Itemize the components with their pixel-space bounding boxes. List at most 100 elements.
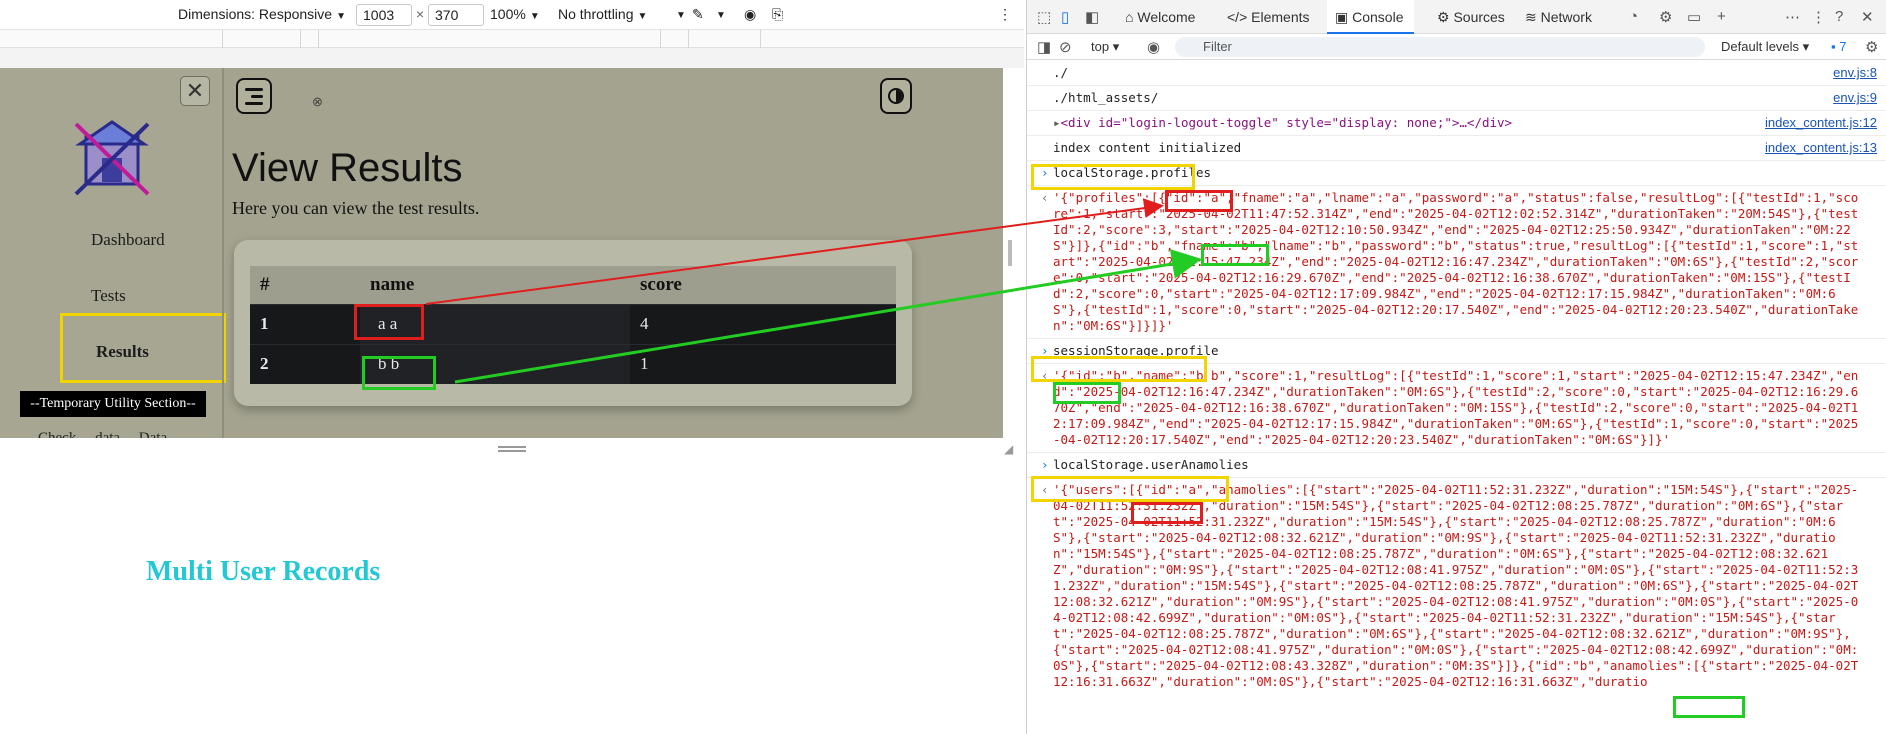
- clear-console-icon[interactable]: ⊘: [1059, 38, 1072, 56]
- console-input-line: › localStorage.userAnamolies: [1027, 453, 1886, 478]
- log-text[interactable]: <div id="login-logout-toggle" style="dis…: [1061, 115, 1513, 130]
- table-header-row: # name score: [250, 266, 896, 304]
- app-logo-icon: [74, 120, 150, 196]
- tab-sources[interactable]: ⚙ Sources: [1437, 9, 1505, 26]
- log-text: index content initialized: [1053, 140, 1242, 155]
- issues-badge[interactable]: ▪ 7: [1831, 39, 1846, 54]
- ruler-tick: [222, 30, 223, 48]
- theme-toggle-button[interactable]: [880, 78, 912, 114]
- console-filter-input[interactable]: Filter: [1175, 37, 1705, 57]
- throttling-dropdown[interactable]: No throttling ▼: [558, 6, 647, 22]
- sidebar-item-dashboard[interactable]: Dashboard: [91, 230, 165, 250]
- prompt-chevron-icon: ›: [1041, 457, 1049, 472]
- cell-score: 4: [630, 303, 896, 344]
- ruler-tick: [318, 30, 319, 48]
- results-table: # name score 1 a a 4 2 b b 1: [250, 266, 896, 384]
- times-sign: ×: [416, 6, 425, 22]
- menu-line: [251, 95, 263, 98]
- tab-console[interactable]: ▣ Console: [1327, 0, 1414, 34]
- zoom-label: 100%: [490, 6, 526, 22]
- tab-sources-label: Sources: [1453, 9, 1505, 25]
- help-icon[interactable]: ?: [1835, 8, 1843, 25]
- eye-icon[interactable]: ◉: [1147, 38, 1160, 56]
- dimensions-dropdown[interactable]: Dimensions: Responsive ▼: [178, 6, 346, 22]
- highlight-box-id-b-profiles: [1201, 244, 1269, 266]
- throttling-label: No throttling: [558, 6, 634, 22]
- save-data-dropdown-icon[interactable]: ▼: [676, 10, 686, 21]
- performance-icon[interactable]: ◔: [1629, 8, 1638, 25]
- tab-welcome-label: Welcome: [1137, 9, 1196, 25]
- ruler-tick: [688, 30, 689, 48]
- settings-gear-icon[interactable]: ⚙: [1659, 8, 1672, 26]
- levels-dropdown[interactable]: Default levels ▾: [1721, 39, 1809, 55]
- chevron-down-icon: ▼: [336, 11, 346, 22]
- contrast-icon: [888, 88, 904, 104]
- console-result-line: ‹ '{"profiles":[{"id":"a","fname":"a","ln…: [1027, 186, 1886, 339]
- sensor-dropdown-icon[interactable]: ▼: [716, 10, 726, 21]
- tab-network[interactable]: ≋ Network: [1525, 9, 1592, 26]
- devtools-panel: ⬚ ▯ ◧ ⌂ Welcome </> Elements ▣ Console ⚙…: [1026, 0, 1886, 734]
- log-source-link[interactable]: index_content.js:12: [1765, 115, 1877, 131]
- highlight-box-user-a: [354, 304, 424, 340]
- highlight-box-id-b-anomalies: [1673, 696, 1745, 718]
- menu-toggle-button[interactable]: [236, 78, 272, 114]
- zoom-dropdown[interactable]: 100% ▼: [490, 6, 540, 22]
- customize-icon[interactable]: ⋮: [1811, 8, 1826, 26]
- add-tab-icon[interactable]: +: [1717, 8, 1726, 25]
- visibility-icon[interactable]: ◉: [744, 6, 756, 23]
- log-source-link[interactable]: env.js:9: [1833, 90, 1877, 106]
- filter-placeholder: Filter: [1203, 39, 1232, 54]
- console-log-line: ./html_assets/env.js:9: [1027, 86, 1886, 111]
- inspect-icon[interactable]: ⬚: [1037, 8, 1051, 26]
- sensor-icon[interactable]: ✎: [692, 6, 704, 23]
- device-toggle-icon[interactable]: ▯: [1061, 8, 1069, 26]
- console-settings-icon[interactable]: ⚙: [1865, 38, 1878, 56]
- ruler-tick: [660, 30, 661, 48]
- bottom-resize-handle[interactable]: [498, 446, 526, 452]
- command-text: localStorage.userAnamolies: [1053, 457, 1249, 472]
- more-options-icon[interactable]: ⋮: [998, 6, 1012, 23]
- log-source-link[interactable]: env.js:8: [1833, 65, 1877, 81]
- application-icon[interactable]: ▭: [1687, 8, 1701, 26]
- dimensions-label: Dimensions: Responsive: [178, 6, 333, 22]
- log-text: ./: [1053, 65, 1069, 80]
- highlight-box-id-b-session: [1053, 382, 1121, 404]
- rotate-icon[interactable]: ⎘: [772, 6, 783, 23]
- page-title: View Results: [232, 146, 463, 190]
- expand-triangle-icon[interactable]: ▸: [1053, 115, 1061, 130]
- sidebar-item-tests[interactable]: Tests: [91, 286, 126, 306]
- levels-label: Default levels: [1721, 39, 1800, 54]
- column-header-score: score: [630, 266, 896, 304]
- tab-console-label: Console: [1352, 9, 1404, 25]
- table-row[interactable]: 2 b b 1: [250, 343, 896, 384]
- highlight-box-session-command: [1031, 356, 1207, 382]
- media-query-ruler: [0, 30, 1024, 48]
- cell-score: 1: [630, 343, 896, 384]
- menu-line: [245, 102, 263, 105]
- cell-num: 1: [250, 303, 360, 344]
- close-devtools-icon[interactable]: ✕: [1861, 8, 1874, 26]
- tab-welcome[interactable]: ⌂ Welcome: [1125, 9, 1195, 25]
- close-sidebar-button[interactable]: ✕: [180, 76, 210, 106]
- tab-elements[interactable]: </> Elements: [1227, 9, 1310, 25]
- tab-network-label: Network: [1540, 9, 1592, 25]
- sidebar-icon[interactable]: ◨: [1037, 38, 1051, 56]
- cell-num: 2: [250, 343, 360, 384]
- media-query-ruler-secondary: [0, 48, 1024, 68]
- corner-resize-icon[interactable]: ◢: [1004, 442, 1013, 456]
- sidebar-toggle-icon[interactable]: ◧: [1085, 8, 1099, 26]
- tab-elements-label: Elements: [1251, 9, 1310, 25]
- width-input[interactable]: 1003: [356, 4, 412, 26]
- ruler-tick: [760, 30, 761, 48]
- table-row[interactable]: 1 a a 4: [250, 303, 896, 344]
- height-input[interactable]: 370: [428, 4, 484, 26]
- highlight-box-id-a-profiles: [1165, 190, 1233, 212]
- sidebar: ✕ Dashboard Tests Results --Temporary Ut…: [0, 68, 226, 438]
- column-header-num: #: [250, 266, 360, 304]
- sidebar-cutoff-text: Check ... data ... Data: [38, 430, 168, 438]
- log-source-link[interactable]: index_content.js:13: [1765, 140, 1877, 156]
- console-log-line: index content initialized index_content.j…: [1027, 136, 1886, 161]
- right-resize-handle[interactable]: [1008, 240, 1012, 266]
- more-tools-icon[interactable]: ⋯: [1785, 8, 1800, 26]
- context-dropdown[interactable]: top ▾: [1091, 39, 1119, 55]
